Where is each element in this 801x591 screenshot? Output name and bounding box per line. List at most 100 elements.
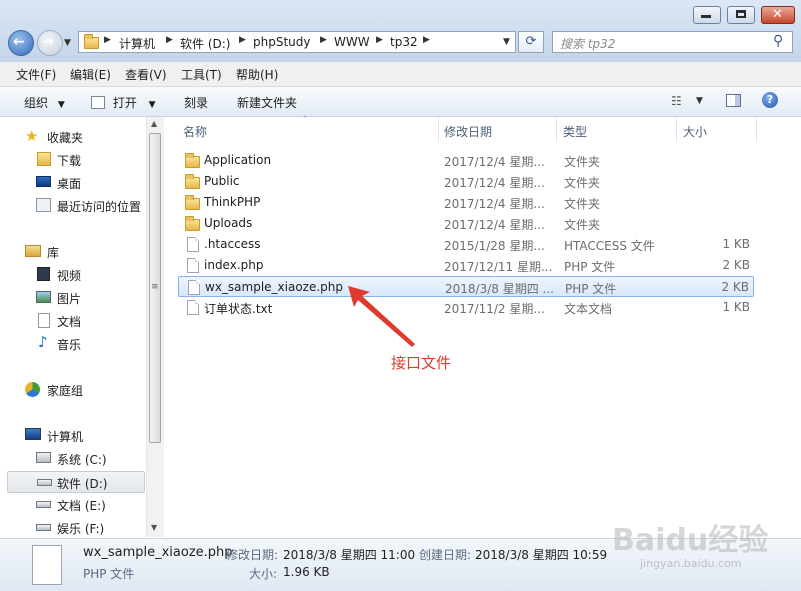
file-row[interactable]: ThinkPHP 2017/12/4 星期... 文件夹: [178, 192, 754, 213]
help-icon[interactable]: ?: [762, 92, 778, 108]
nav-drive-f[interactable]: 娱乐 (F:): [0, 517, 145, 539]
menu-edit[interactable]: 编辑(E): [70, 66, 111, 83]
nav-videos[interactable]: 视频: [0, 264, 145, 286]
nav-computer[interactable]: 计算机: [0, 425, 145, 447]
nav-music[interactable]: ♪ 音乐: [0, 333, 145, 355]
column-divider[interactable]: [556, 117, 557, 142]
file-row[interactable]: 订单状态.txt 2017/11/2 星期... 文本文档 1 KB: [178, 297, 754, 318]
file-row[interactable]: .htaccess 2015/1/28 星期... HTACCESS 文件 1 KB: [178, 234, 754, 255]
column-name[interactable]: 名称: [183, 123, 207, 140]
address-bar[interactable]: ▶ 计算机 ▶ 软件 (D:) ▶ phpStudy ▶ WWW ▶ tp32 …: [78, 31, 516, 53]
file-size: 2 KB: [722, 258, 750, 272]
file-modified: 2017/12/4 星期...: [444, 218, 545, 232]
breadcrumb-drive-d[interactable]: 软件 (D:): [180, 35, 230, 52]
music-icon: ♪: [38, 333, 48, 351]
nav-libraries[interactable]: 库: [0, 241, 145, 263]
organize-label: 组织: [24, 96, 49, 110]
search-placeholder: 搜索 tp32: [560, 37, 616, 51]
breadcrumb-separator-icon[interactable]: ▶: [239, 35, 246, 45]
folder-icon: [185, 174, 200, 189]
nav-drive-c[interactable]: 系统 (C:): [0, 448, 145, 470]
command-bar: 组织 ▼ 打开 ▼ 刻录 新建文件夹 ☷ ▼ ?: [0, 87, 801, 117]
menu-tools[interactable]: 工具(T): [181, 66, 222, 83]
forward-arrow-icon: →: [42, 34, 54, 50]
nav-favorites[interactable]: ★ 收藏夹: [0, 126, 145, 148]
scroll-up-icon[interactable]: ▲: [151, 119, 157, 128]
nav-homegroup[interactable]: 家庭组: [0, 379, 145, 401]
column-size[interactable]: 大小: [683, 123, 707, 140]
breadcrumb-www[interactable]: WWW: [334, 35, 370, 49]
menu-help[interactable]: 帮助(H): [236, 66, 278, 83]
menu-view[interactable]: 查看(V): [125, 66, 167, 83]
file-type: HTACCESS 文件: [564, 239, 655, 253]
file-modified: 2017/12/4 星期...: [444, 155, 545, 169]
column-type[interactable]: 类型: [563, 123, 587, 140]
file-row[interactable]: wx_sample_xiaoze.php 2018/3/8 星期四 ... PHP …: [178, 276, 754, 297]
minimize-icon: [701, 15, 711, 18]
view-options-icon[interactable]: ☷: [671, 94, 682, 108]
file-size: 1 KB: [722, 237, 750, 251]
file-modified: 2017/12/11 星期...: [444, 260, 553, 274]
breadcrumb-separator-icon[interactable]: ▶: [376, 35, 383, 45]
search-input[interactable]: 搜索 tp32 ⚲: [552, 31, 793, 53]
nav-desktop[interactable]: 桌面: [0, 172, 145, 194]
column-divider[interactable]: [676, 117, 677, 142]
nav-music-label: 音乐: [57, 338, 82, 352]
back-arrow-icon: ←: [13, 34, 25, 50]
scroll-grip-icon: ≡: [151, 282, 159, 292]
breadcrumb-separator-icon[interactable]: ▶: [423, 35, 430, 45]
nav-pictures[interactable]: 图片: [0, 287, 145, 309]
breadcrumb-separator-icon[interactable]: ▶: [320, 35, 327, 45]
menu-file[interactable]: 文件(F): [16, 66, 56, 83]
breadcrumb-separator-icon[interactable]: ▶: [166, 35, 173, 45]
breadcrumb-phpstudy[interactable]: phpStudy: [253, 35, 311, 49]
recent-pages-dropdown-icon[interactable]: ▼: [64, 38, 71, 48]
view-dropdown-icon[interactable]: ▼: [696, 96, 703, 106]
nav-drive-d[interactable]: 软件 (D:): [7, 471, 145, 493]
file-name: Application: [204, 153, 272, 167]
nav-drive-e[interactable]: 文档 (E:): [0, 494, 145, 516]
nav-downloads[interactable]: 下载: [0, 149, 145, 171]
column-header: ˄ 名称 修改日期 类型 大小: [164, 115, 801, 142]
file-row[interactable]: Application 2017/12/4 星期... 文件夹: [178, 150, 754, 171]
refresh-button[interactable]: ⟳: [518, 31, 544, 53]
file-row[interactable]: Uploads 2017/12/4 星期... 文件夹: [178, 213, 754, 234]
file-thumbnail-icon: [32, 545, 62, 585]
breadcrumb-computer[interactable]: 计算机: [119, 35, 155, 52]
address-history-dropdown-icon[interactable]: ▼: [503, 37, 510, 47]
file-name: ThinkPHP: [204, 195, 261, 209]
file-type: PHP 文件: [565, 282, 617, 296]
burn-button[interactable]: 刻录: [184, 94, 208, 111]
column-modified[interactable]: 修改日期: [444, 123, 492, 140]
file-icon: [187, 300, 199, 315]
drive-icon: [36, 524, 51, 531]
open-button[interactable]: 打开 ▼: [91, 94, 156, 111]
breadcrumb-separator-icon[interactable]: ▶: [104, 35, 111, 45]
details-filename: wx_sample_xiaoze.php: [83, 545, 233, 560]
file-type: 文件夹: [564, 218, 601, 232]
preview-pane-icon[interactable]: [726, 94, 741, 107]
title-bar: ✕ ← → ▼ ▶ 计算机 ▶ 软件 (D:) ▶ phpStudy ▶ WWW…: [0, 0, 801, 63]
system-drive-icon: [36, 452, 51, 463]
breadcrumb-tp32[interactable]: tp32: [390, 35, 418, 49]
file-modified: 2017/12/4 星期...: [444, 176, 545, 190]
details-filetype: PHP 文件: [83, 567, 135, 581]
new-folder-button[interactable]: 新建文件夹: [237, 94, 297, 111]
file-modified: 2018/3/8 星期四 ...: [445, 282, 554, 296]
nav-favorites-label: 收藏夹: [47, 131, 84, 145]
column-divider[interactable]: [438, 117, 439, 142]
file-row[interactable]: Public 2017/12/4 星期... 文件夹: [178, 171, 754, 192]
search-icon[interactable]: ⚲: [773, 33, 783, 49]
file-row[interactable]: index.php 2017/12/11 星期... PHP 文件 2 KB: [178, 255, 754, 276]
scroll-down-icon[interactable]: ▼: [151, 523, 157, 532]
nav-scrollbar[interactable]: ▲ ≡ ▼: [146, 117, 164, 537]
nav-drive-d-label: 软件 (D:): [57, 477, 108, 491]
nav-recent-places[interactable]: 最近访问的位置: [0, 195, 145, 217]
nav-downloads-label: 下载: [57, 154, 82, 168]
watermark-url: jingyan.baidu.com: [640, 557, 742, 570]
nav-documents[interactable]: 文档: [0, 310, 145, 332]
organize-button[interactable]: 组织 ▼: [24, 94, 65, 111]
nav-drive-c-label: 系统 (C:): [57, 453, 107, 467]
details-size-value: 1.96 KB: [283, 565, 330, 579]
column-divider[interactable]: [756, 117, 757, 142]
